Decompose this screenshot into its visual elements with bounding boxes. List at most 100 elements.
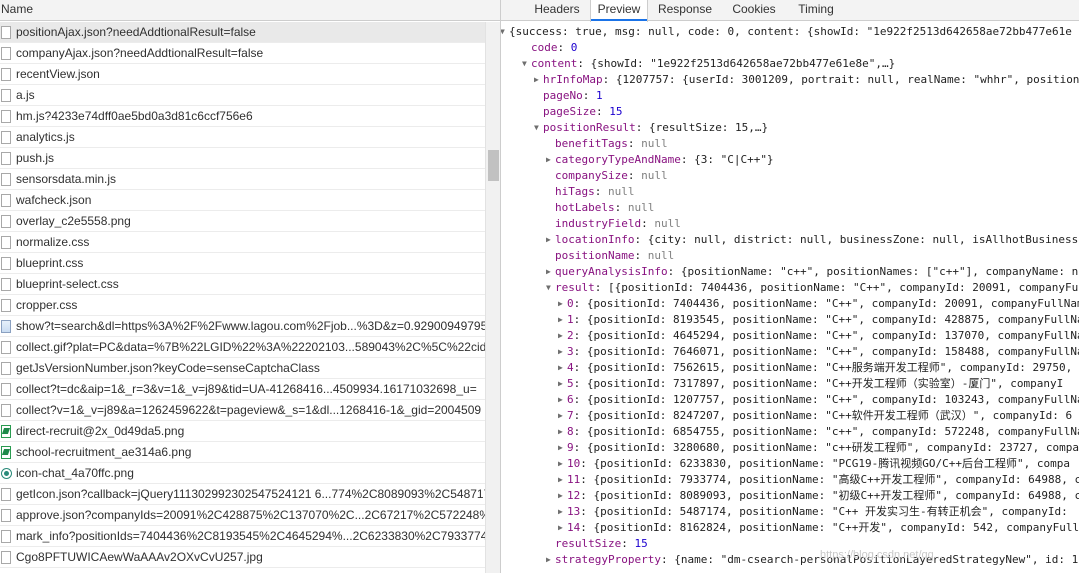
expand-arrow-icon[interactable]: ▶ <box>546 232 551 248</box>
expand-arrow-icon[interactable]: ▶ <box>534 72 539 88</box>
expand-arrow-icon[interactable]: ▶ <box>546 552 551 568</box>
json-tree-line[interactable]: ▶ 4: {positionId: 7562615, positionName: … <box>501 360 1079 376</box>
expand-arrow-icon[interactable]: ▶ <box>546 264 551 280</box>
request-row[interactable]: recentView.json <box>0 64 485 85</box>
expand-arrow-icon[interactable]: ▶ <box>558 424 563 440</box>
tab-cookies[interactable]: Cookies <box>722 0 786 21</box>
request-row[interactable]: cropper.css <box>0 295 485 316</box>
json-tree-line[interactable]: ▶ 13: {positionId: 5487174, positionName:… <box>501 504 1079 520</box>
json-tree-line[interactable]: ▶ 7: {positionId: 8247207, positionName: … <box>501 408 1079 424</box>
json-key: 14 <box>567 521 581 534</box>
expand-arrow-icon[interactable]: ▶ <box>558 296 563 312</box>
json-tree-line[interactable]: pageSize: 15 <box>501 104 1079 120</box>
json-value: {success: true, msg: null, code: 0, cont… <box>509 25 1072 38</box>
json-value: : {positionId: 5487174, positionName: "C… <box>580 505 1068 518</box>
expand-arrow-icon[interactable]: ▶ <box>558 408 563 424</box>
json-tree-line[interactable]: ▶ 1: {positionId: 8193545, positionName: … <box>501 312 1079 328</box>
request-row[interactable]: Cgo8PFTUWICAewWaAAAv2OXvCvU257.jpg <box>0 547 485 568</box>
request-row[interactable]: collect?v=1&_v=j89&a=1262459622&t=pagevi… <box>0 400 485 421</box>
request-row[interactable]: blueprint-select.css <box>0 274 485 295</box>
scrollbar-thumb[interactable] <box>488 150 499 181</box>
json-tree-line[interactable]: ▶ locationInfo: {city: null, district: nu… <box>501 232 1079 248</box>
expand-arrow-icon[interactable]: ▶ <box>558 312 563 328</box>
request-row[interactable]: collect?t=dc&aip=1&_r=3&v=1&_v=j89&tid=U… <box>0 379 485 400</box>
json-tree-line[interactable]: code: 0 <box>501 40 1079 56</box>
collapse-arrow-icon[interactable]: ▼ <box>534 120 539 136</box>
json-tree-line[interactable]: ▶ 11: {positionId: 7933774, positionName:… <box>501 472 1079 488</box>
json-tree-line[interactable]: ▼ content: {showId: "1e922f2513d642658ae7… <box>501 56 1079 72</box>
expand-arrow-icon[interactable]: ▶ <box>558 520 563 536</box>
json-tree-line[interactable]: ▶ 3: {positionId: 7646071, positionName: … <box>501 344 1079 360</box>
request-row[interactable]: companyAjax.json?needAddtionalResult=fal… <box>0 43 485 64</box>
json-tree-line[interactable]: ▶ 12: {positionId: 8089093, positionName:… <box>501 488 1079 504</box>
tab-timing[interactable]: Timing <box>786 0 846 21</box>
file-icon <box>1 509 11 522</box>
request-row[interactable]: mark_info?positionIds=7404436%2C8193545%… <box>0 526 485 547</box>
json-tree-line[interactable]: hotLabels: null <box>501 200 1079 216</box>
expand-arrow-icon[interactable]: ▶ <box>546 152 551 168</box>
expand-arrow-icon[interactable]: ▶ <box>558 360 563 376</box>
expand-arrow-icon[interactable]: ▶ <box>558 472 563 488</box>
expand-arrow-icon[interactable]: ▶ <box>558 440 563 456</box>
request-row[interactable]: icon-chat_4a70ffc.png <box>0 463 485 484</box>
request-row[interactable]: a.js <box>0 85 485 106</box>
request-row[interactable]: direct-recruit@2x_0d49da5.png <box>0 421 485 442</box>
request-list-scrollbar[interactable] <box>485 22 500 573</box>
request-row[interactable]: overlay_c2e5558.png <box>0 211 485 232</box>
json-tree-line[interactable]: ▶ hrInfoMap: {1207757: {userId: 3001209, … <box>501 72 1079 88</box>
json-tree-line[interactable]: resultSize: 15 <box>501 536 1079 552</box>
json-tree-line[interactable]: ▶ queryAnalysisInfo: {positionName: "c++"… <box>501 264 1079 280</box>
expand-arrow-icon[interactable]: ▶ <box>558 392 563 408</box>
expand-arrow-icon[interactable]: ▶ <box>558 376 563 392</box>
json-tree-line[interactable]: ▶ 9: {positionId: 3280680, positionName: … <box>501 440 1079 456</box>
json-tree-line[interactable]: pageNo: 1 <box>501 88 1079 104</box>
request-row[interactable]: collect.gif?plat=PC&data=%7B%22LGID%22%3… <box>0 337 485 358</box>
request-row[interactable]: wafcheck.json <box>0 190 485 211</box>
json-tree-line[interactable]: ▶ 6: {positionId: 1207757, positionName: … <box>501 392 1079 408</box>
tab-response[interactable]: Response <box>648 0 722 21</box>
expand-arrow-icon[interactable]: ▶ <box>558 504 563 520</box>
json-key: content <box>531 57 578 70</box>
json-tree-line[interactable]: positionName: null <box>501 248 1079 264</box>
request-row[interactable]: analytics.js <box>0 127 485 148</box>
json-tree-line[interactable]: industryField: null <box>501 216 1079 232</box>
expand-arrow-icon[interactable]: ▶ <box>558 344 563 360</box>
request-row[interactable]: hm.js?4233e74dff0ae5bd0a3d81c6ccf756e6 <box>0 106 485 127</box>
file-icon <box>1 530 11 543</box>
json-tree-line[interactable]: ▼ result: [{positionId: 7404436, position… <box>501 280 1079 296</box>
json-tree-line[interactable]: ▶ 5: {positionId: 7317897, positionName: … <box>501 376 1079 392</box>
expand-arrow-icon[interactable]: ▶ <box>558 488 563 504</box>
request-row[interactable]: approve.json?companyIds=20091%2C428875%2… <box>0 505 485 526</box>
request-row[interactable]: push.js <box>0 148 485 169</box>
collapse-arrow-icon[interactable]: ▼ <box>522 56 527 72</box>
json-tree-line[interactable]: benefitTags: null <box>501 136 1079 152</box>
tab-preview[interactable]: Preview <box>590 0 648 22</box>
request-row[interactable]: sensorsdata.min.js <box>0 169 485 190</box>
json-tree-line[interactable]: ▶ 0: {positionId: 7404436, positionName: … <box>501 296 1079 312</box>
json-key: locationInfo <box>555 233 635 246</box>
json-tree-line[interactable]: ▶ 8: {positionId: 6854755, positionName: … <box>501 424 1079 440</box>
request-row[interactable]: blueprint.css <box>0 253 485 274</box>
collapse-arrow-icon[interactable]: ▼ <box>546 280 551 296</box>
request-row[interactable]: positionAjax.json?needAddtionalResult=fa… <box>0 22 485 43</box>
collapse-arrow-icon[interactable]: ▼ <box>501 24 505 40</box>
json-tree-line[interactable]: ▶ 14: {positionId: 8162824, positionName:… <box>501 520 1079 536</box>
json-tree-line[interactable]: ▶ 2: {positionId: 4645294, positionName: … <box>501 328 1079 344</box>
json-tree-line[interactable]: ▼ positionResult: {resultSize: 15,…} <box>501 120 1079 136</box>
name-column-header[interactable]: Name <box>0 0 500 21</box>
request-row[interactable]: getJsVersionNumber.json?keyCode=senseCap… <box>0 358 485 379</box>
expand-arrow-icon[interactable]: ▶ <box>558 456 563 472</box>
json-value: : <box>594 185 608 198</box>
request-row[interactable]: school-recruitment_ae314a6.png <box>0 442 485 463</box>
json-tree-line[interactable]: ▶ strategyProperty: {name: "dm-csearch-pe… <box>501 552 1079 568</box>
json-tree-line[interactable]: ▶ categoryTypeAndName: {3: "C|C++"} <box>501 152 1079 168</box>
request-row[interactable]: normalize.css <box>0 232 485 253</box>
json-tree-line[interactable]: ▼ {success: true, msg: null, code: 0, con… <box>501 24 1079 40</box>
request-row[interactable]: show?t=search&dl=https%3A%2F%2Fwww.lagou… <box>0 316 485 337</box>
json-tree-line[interactable]: hiTags: null <box>501 184 1079 200</box>
expand-arrow-icon[interactable]: ▶ <box>558 328 563 344</box>
tab-headers[interactable]: Headers <box>524 0 590 21</box>
json-tree-line[interactable]: companySize: null <box>501 168 1079 184</box>
request-row[interactable]: getIcon.json?callback=jQuery111302992302… <box>0 484 485 505</box>
json-tree-line[interactable]: ▶ 10: {positionId: 6233830, positionName:… <box>501 456 1079 472</box>
